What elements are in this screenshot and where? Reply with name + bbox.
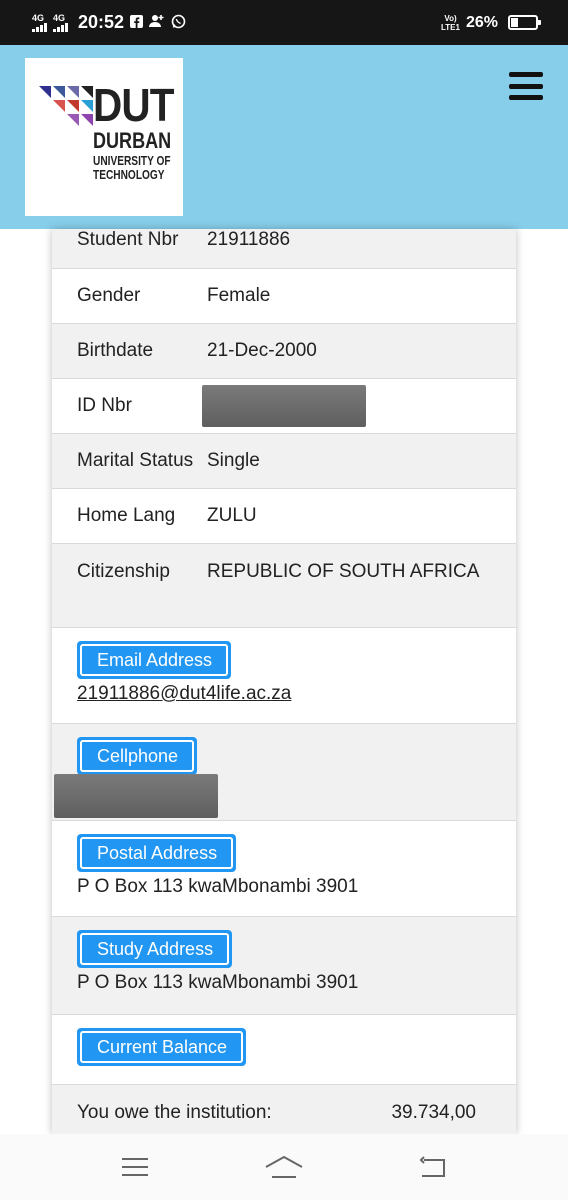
- study-address-value: P O Box 113 kwaMbonambi 3901: [77, 972, 359, 993]
- volte-indicator: Vo) LTE1: [441, 13, 460, 32]
- facebook-icon: [130, 14, 144, 31]
- person-add-icon: [149, 14, 165, 31]
- row-value: [202, 385, 516, 427]
- redaction-block: [54, 774, 218, 818]
- study-address-button[interactable]: Study Address: [77, 930, 233, 968]
- study-address-section: Study Address P O Box 113 kwaMbonambi 39…: [52, 917, 516, 1015]
- menu-lines-icon[interactable]: [115, 1152, 155, 1182]
- row-value: Single: [207, 450, 260, 471]
- logo-acronym: DUT: [93, 79, 174, 131]
- cellphone-button[interactable]: Cellphone: [77, 737, 198, 775]
- row-value: 21-Dec-2000: [207, 340, 317, 361]
- current-balance-button[interactable]: Current Balance: [77, 1028, 247, 1066]
- owe-value: 39.734,00: [391, 1101, 476, 1123]
- row-label: ID Nbr: [77, 395, 132, 416]
- cellphone-section: Cellphone: [52, 724, 516, 821]
- current-balance-section: Current Balance: [52, 1015, 516, 1085]
- row-label: Home Lang: [77, 505, 176, 526]
- table-row: Birthdate 21-Dec-2000: [52, 324, 516, 379]
- postal-address-label: Postal Address: [80, 837, 234, 869]
- postal-address-value: P O Box 113 kwaMbonambi 3901: [77, 876, 359, 897]
- table-row: Marital Status Single: [52, 434, 516, 489]
- status-bar: 4G 4G 20:52 Vo) LTE1 26%: [0, 0, 568, 45]
- row-label: Marital Status: [77, 450, 194, 471]
- row-label: Gender: [77, 285, 141, 306]
- clock: 20:52: [78, 12, 125, 32]
- study-address-label: Study Address: [80, 933, 230, 965]
- owe-label: You owe the institution:: [77, 1101, 272, 1123]
- back-icon[interactable]: [413, 1152, 453, 1182]
- logo-subtitle: UNIVERSITY OF TECHNOLOGY: [93, 153, 171, 182]
- logo-name: DURBAN: [93, 128, 172, 153]
- hamburger-icon[interactable]: [509, 72, 543, 100]
- status-bar-right: Vo) LTE1 26%: [441, 13, 541, 32]
- row-label: Birthdate: [77, 340, 154, 361]
- battery-percent: 26%: [465, 13, 498, 31]
- table-row: ID Nbr: [52, 379, 516, 434]
- postal-address-section: Postal Address P O Box 113 kwaMbonambi 3…: [52, 821, 516, 917]
- row-value: REPUBLIC OF SOUTH AFRICA: [207, 561, 480, 582]
- student-profile-card: Student Nbr 21911886 Gender Female Birth…: [52, 229, 516, 1134]
- system-nav-bar: [0, 1134, 568, 1200]
- balance-owed-row: You owe the institution: 39.734,00: [52, 1085, 516, 1134]
- email-section: Email Address 21911886@dut4life.ac.za: [52, 628, 516, 724]
- status-bar-left: 4G 4G 20:52: [32, 12, 186, 33]
- table-row: Student Nbr 21911886: [52, 229, 516, 269]
- row-value: ZULU: [207, 505, 257, 526]
- current-balance-label: Current Balance: [80, 1031, 244, 1063]
- network-type-2: 4G: [53, 12, 66, 23]
- row-value: Female: [207, 285, 271, 306]
- dut-logo[interactable]: DUT DURBAN UNIVERSITY OF TECHNOLOGY: [25, 58, 183, 216]
- row-label: Citizenship: [77, 561, 170, 582]
- cellphone-label: Cellphone: [80, 740, 195, 772]
- table-row: Gender Female: [52, 269, 516, 324]
- signal-icon-2: 4G: [53, 12, 68, 32]
- signal-icon-1: 4G: [32, 12, 47, 32]
- redaction-block: [202, 385, 366, 427]
- home-icon[interactable]: [264, 1152, 304, 1182]
- row-label: Student Nbr: [77, 229, 179, 250]
- whatsapp-icon: [171, 14, 186, 32]
- postal-address-button[interactable]: Postal Address: [77, 834, 237, 872]
- site-header: DUT DURBAN UNIVERSITY OF TECHNOLOGY: [0, 45, 568, 229]
- network-type-1: 4G: [32, 12, 45, 23]
- table-row: Home Lang ZULU: [52, 489, 516, 544]
- email-link[interactable]: 21911886@dut4life.ac.za: [77, 681, 516, 707]
- email-address-button[interactable]: Email Address: [77, 641, 232, 679]
- email-address-label: Email Address: [80, 644, 229, 676]
- battery-icon: [508, 15, 541, 30]
- row-value: 21911886: [207, 229, 291, 250]
- table-row: Citizenship REPUBLIC OF SOUTH AFRICA: [52, 544, 516, 628]
- dut-logo-triangles-icon: [39, 86, 93, 126]
